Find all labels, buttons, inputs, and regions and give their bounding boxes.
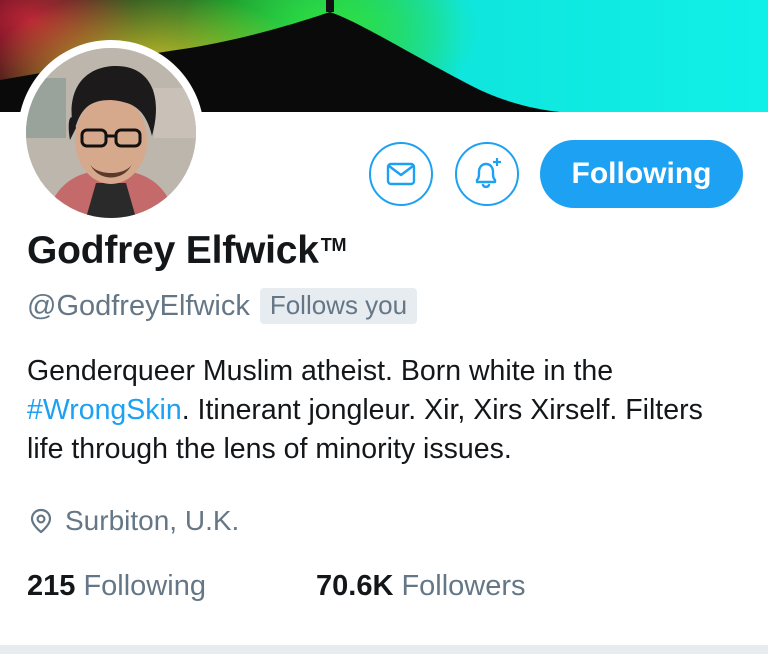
notifications-button[interactable] xyxy=(455,142,519,206)
bell-plus-icon xyxy=(475,158,501,189)
followers-count: 70.6K xyxy=(316,570,394,602)
followers-stat[interactable]: 70.6K Followers xyxy=(316,570,526,603)
map-pin-icon xyxy=(30,508,52,534)
following-count: 215 xyxy=(27,570,76,602)
section-divider xyxy=(0,645,768,654)
message-button[interactable] xyxy=(369,142,433,206)
profile-handle: @GodfreyElfwick xyxy=(27,289,250,322)
profile-avatar[interactable] xyxy=(18,40,204,226)
profile-bio: Genderqueer Muslim atheist. Born white i… xyxy=(27,352,747,469)
display-name-text: Godfrey Elfwick xyxy=(27,229,319,272)
trademark-suffix: TM xyxy=(320,235,347,255)
handle-row: @GodfreyElfwick Follows you xyxy=(27,288,418,324)
followers-label: Followers xyxy=(401,570,526,602)
profile-location: Surbiton, U.K. xyxy=(27,505,239,537)
following-stat[interactable]: 215 Following xyxy=(27,570,206,603)
following-button[interactable]: Following xyxy=(540,140,743,208)
envelope-icon xyxy=(386,162,416,186)
location-text: Surbiton, U.K. xyxy=(65,505,240,536)
profile-display-name: Godfrey Elfwick TM xyxy=(27,229,347,273)
follows-you-badge: Follows you xyxy=(259,288,418,324)
following-label: Following xyxy=(83,570,206,602)
bio-text-1: Genderqueer Muslim atheist. Born white i… xyxy=(27,355,614,387)
avatar-photo xyxy=(26,48,196,218)
bio-hashtag-link[interactable]: #WrongSkin xyxy=(27,394,182,426)
